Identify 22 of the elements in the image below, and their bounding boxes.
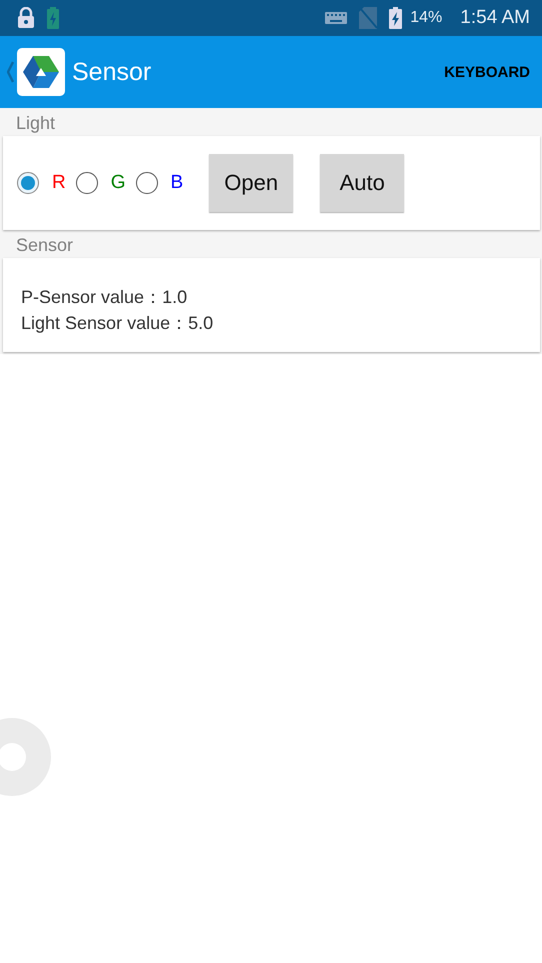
sensor-reading: P-Sensor value：1.0 (21, 286, 188, 309)
radio-button[interactable] (136, 172, 158, 194)
sensor-reading: Light Sensor value：5.0 (21, 312, 214, 335)
radio-button[interactable] (17, 172, 39, 194)
action-button[interactable]: Auto (320, 154, 404, 212)
radio-label: B (170, 172, 184, 194)
battery-charging-icon (389, 7, 402, 29)
section-heading: Light (15, 112, 56, 135)
radio-label: G (110, 172, 126, 194)
battery-percent: 14% (410, 9, 442, 27)
battery-icon (47, 7, 59, 29)
radio-label: R (52, 172, 66, 194)
section-heading: Sensor (15, 234, 74, 257)
keyboard-icon (325, 12, 348, 24)
screen-title: Sensor (72, 58, 152, 86)
app-logo-icon (17, 48, 65, 96)
radio-button[interactable] (76, 172, 98, 194)
no-sim-icon (359, 7, 378, 29)
lock-icon (17, 7, 35, 29)
keyboard-button[interactable]: KEYBOARD (444, 58, 530, 86)
action-button[interactable]: Open (209, 154, 294, 212)
clock: 1:54 AM (460, 7, 530, 29)
